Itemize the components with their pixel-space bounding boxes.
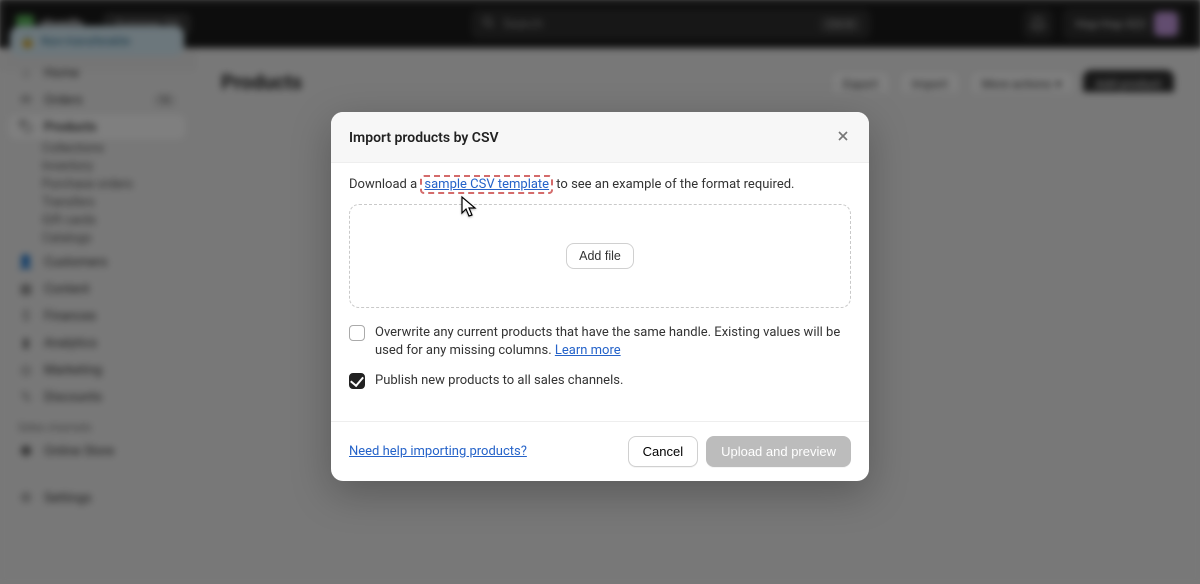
overwrite-checkbox[interactable] [349,325,365,341]
modal-title: Import products by CSV [349,130,499,146]
publish-option[interactable]: Publish new products to all sales channe… [349,372,851,390]
cancel-button[interactable]: Cancel [628,436,698,467]
sample-csv-link[interactable]: sample CSV template [424,177,549,192]
sample-template-highlight: sample CSV template [420,175,553,194]
import-csv-modal: Import products by CSV Download a sample… [331,112,869,481]
upload-preview-button[interactable]: Upload and preview [706,436,851,467]
help-link[interactable]: Need help importing products? [349,444,527,459]
add-file-button[interactable]: Add file [566,243,634,269]
overwrite-option[interactable]: Overwrite any current products that have… [349,324,851,360]
close-icon[interactable] [835,128,851,148]
download-template-text: Download a sample CSV template to see an… [349,177,851,192]
learn-more-link[interactable]: Learn more [555,343,621,358]
publish-checkbox[interactable] [349,373,365,389]
file-dropzone[interactable]: Add file [349,204,851,308]
